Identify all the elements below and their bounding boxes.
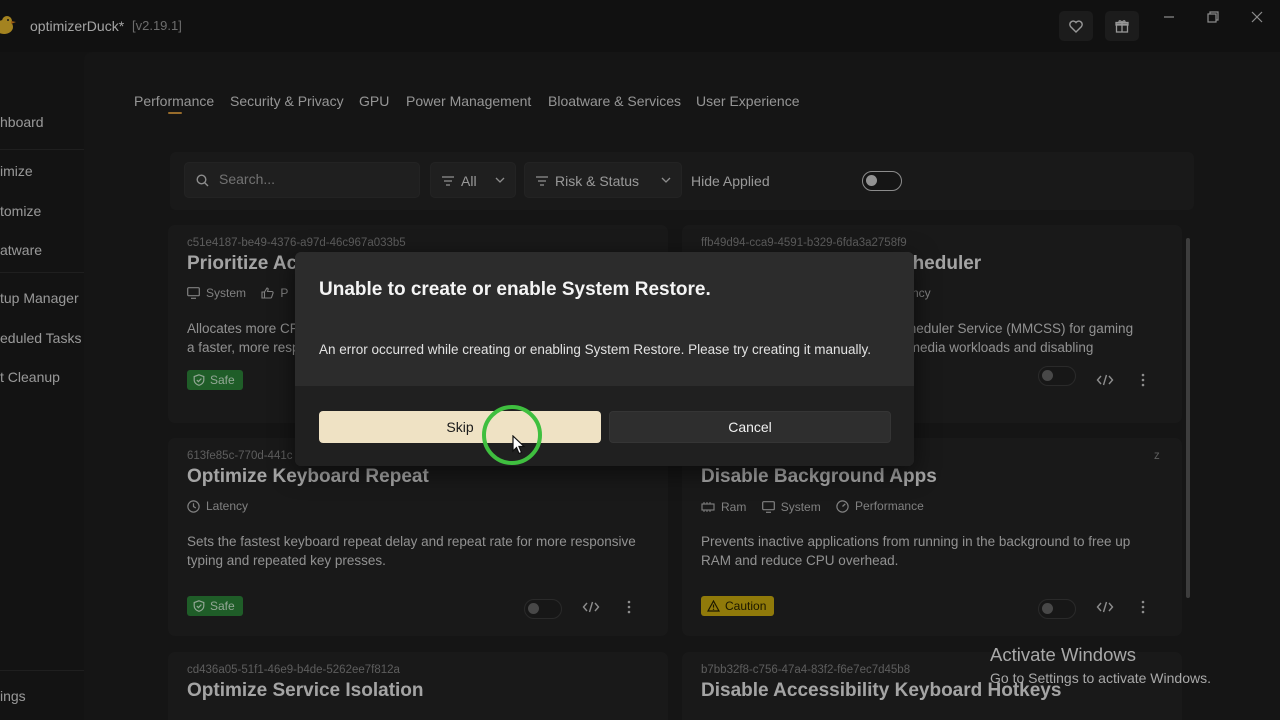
watermark-title: Activate Windows	[990, 644, 1136, 665]
dialog-title: Unable to create or enable System Restor…	[319, 279, 711, 300]
skip-button[interactable]: Skip	[319, 411, 601, 443]
activate-windows-watermark: Activate Windows Go to Settings to activ…	[990, 644, 1211, 686]
error-dialog: Unable to create or enable System Restor…	[295, 252, 914, 466]
dialog-message: An error occurred while creating or enab…	[319, 342, 871, 357]
dialog-body	[295, 252, 914, 386]
watermark-subtitle: Go to Settings to activate Windows.	[990, 670, 1211, 686]
app-window: optimizerDuck* [v2.19.1] hboard imize to…	[0, 0, 1280, 720]
cancel-button[interactable]: Cancel	[609, 411, 891, 443]
mouse-cursor-icon	[512, 435, 526, 455]
